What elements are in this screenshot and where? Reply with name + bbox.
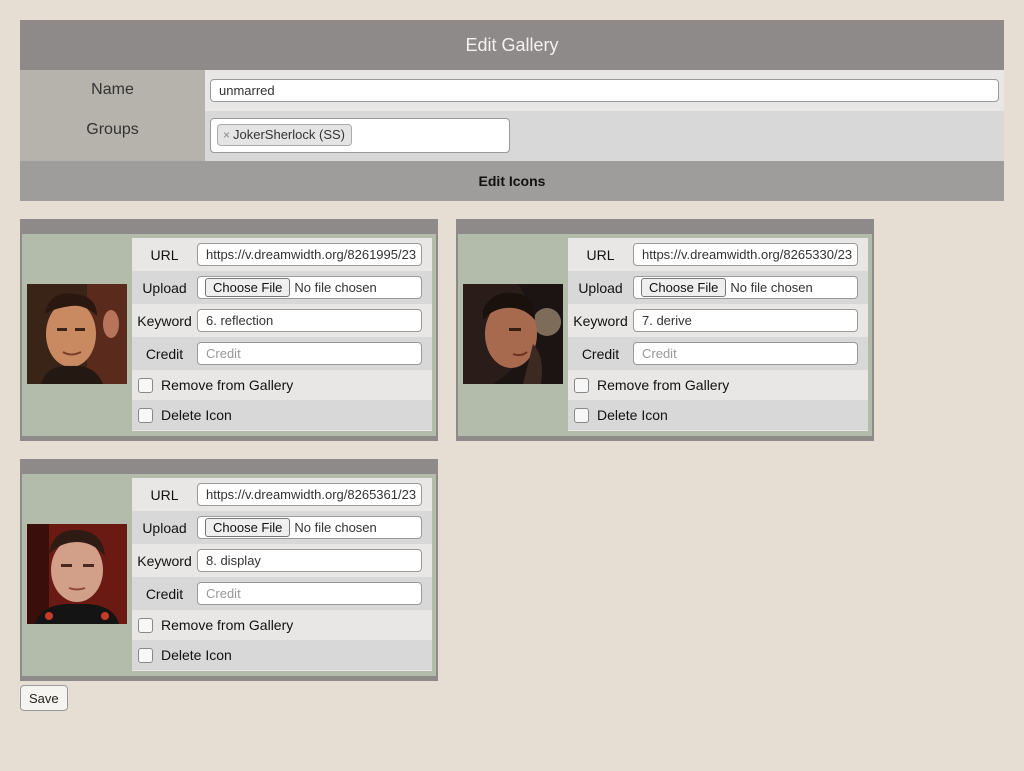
delete-icon-label: Delete Icon xyxy=(161,407,232,423)
delete-icon-label: Delete Icon xyxy=(161,647,232,663)
url-label: URL xyxy=(586,246,615,263)
credit-row: Credit Credit xyxy=(132,577,432,610)
keyword-row: Keyword 7. derive xyxy=(568,304,868,337)
remove-from-gallery-label: Remove from Gallery xyxy=(597,377,730,393)
groups-row: Groups × JokerSherlock (SS) xyxy=(20,111,1004,161)
delete-icon-checkbox[interactable] xyxy=(138,647,153,663)
file-status: No file chosen xyxy=(730,280,813,295)
remove-tag-icon[interactable]: × xyxy=(223,128,230,142)
icon-card: URL https://v.dreamwidth.org/8265330/23 … xyxy=(456,219,874,441)
group-tag: × JokerSherlock (SS) xyxy=(217,124,352,146)
delete-icon-row: Delete Icon xyxy=(132,400,432,430)
file-status: No file chosen xyxy=(294,520,377,535)
group-tag-label: JokerSherlock (SS) xyxy=(233,127,345,142)
icon-card: URL https://v.dreamwidth.org/8265361/23 … xyxy=(20,459,438,681)
icon-thumbnail xyxy=(27,284,127,384)
keyword-input[interactable]: 6. reflection xyxy=(197,309,422,332)
url-label: URL xyxy=(150,246,179,263)
remove-from-gallery-checkbox[interactable] xyxy=(574,377,589,393)
name-row: Name unmarred xyxy=(20,70,1004,111)
groups-label: Groups xyxy=(20,111,205,161)
file-input: Choose File No file chosen xyxy=(197,276,422,299)
file-input: Choose File No file chosen xyxy=(633,276,858,299)
upload-row: Upload Choose File No file chosen xyxy=(132,511,432,544)
save-button[interactable]: Save xyxy=(20,685,68,711)
credit-input[interactable]: Credit xyxy=(633,342,858,365)
keyword-row: Keyword 8. display xyxy=(132,544,432,577)
choose-file-button[interactable]: Choose File xyxy=(205,518,291,537)
icon-fields: URL https://v.dreamwidth.org/8261995/23 … xyxy=(132,238,432,431)
icon-card: URL https://v.dreamwidth.org/8261995/23 … xyxy=(20,219,438,441)
upload-row: Upload Choose File No file chosen xyxy=(132,271,432,304)
remove-from-gallery-checkbox[interactable] xyxy=(138,617,153,633)
file-input: Choose File No file chosen xyxy=(197,516,422,539)
upload-label: Upload xyxy=(142,519,187,536)
keyword-label: Keyword xyxy=(573,312,628,329)
credit-label: Credit xyxy=(145,345,184,362)
file-status: No file chosen xyxy=(294,280,377,295)
remove-from-gallery-row: Remove from Gallery xyxy=(568,370,868,400)
credit-label: Credit xyxy=(581,345,620,362)
url-input[interactable]: https://v.dreamwidth.org/8261995/23 xyxy=(197,243,422,266)
url-row: URL https://v.dreamwidth.org/8261995/23 xyxy=(132,238,432,271)
delete-icon-label: Delete Icon xyxy=(597,407,668,423)
delete-icon-row: Delete Icon xyxy=(132,640,432,670)
keyword-input[interactable]: 7. derive xyxy=(633,309,858,332)
choose-file-button[interactable]: Choose File xyxy=(641,278,727,297)
icon-thumbnail xyxy=(463,284,563,384)
keyword-label: Keyword xyxy=(137,312,192,329)
name-input[interactable]: unmarred xyxy=(210,79,999,102)
delete-icon-row: Delete Icon xyxy=(568,400,868,430)
keyword-label: Keyword xyxy=(137,552,192,569)
url-input[interactable]: https://v.dreamwidth.org/8265330/23 xyxy=(633,243,858,266)
remove-from-gallery-label: Remove from Gallery xyxy=(161,377,294,393)
groups-value-cell: × JokerSherlock (SS) xyxy=(205,111,1004,161)
upload-row: Upload Choose File No file chosen xyxy=(568,271,868,304)
name-value-cell: unmarred xyxy=(205,70,1004,111)
credit-input[interactable]: Credit xyxy=(197,342,422,365)
remove-from-gallery-row: Remove from Gallery xyxy=(132,610,432,640)
page-title: Edit Gallery xyxy=(20,20,1004,70)
groups-select[interactable]: × JokerSherlock (SS) xyxy=(210,118,510,153)
remove-from-gallery-checkbox[interactable] xyxy=(138,377,153,393)
icon-fields: URL https://v.dreamwidth.org/8265330/23 … xyxy=(568,238,868,431)
url-row: URL https://v.dreamwidth.org/8265330/23 xyxy=(568,238,868,271)
remove-from-gallery-row: Remove from Gallery xyxy=(132,370,432,400)
credit-row: Credit Credit xyxy=(568,337,868,370)
icon-thumbnail xyxy=(27,524,127,624)
upload-label: Upload xyxy=(578,279,623,296)
keyword-row: Keyword 6. reflection xyxy=(132,304,432,337)
credit-label: Credit xyxy=(145,585,184,602)
delete-icon-checkbox[interactable] xyxy=(138,407,153,423)
url-label: URL xyxy=(150,486,179,503)
credit-row: Credit Credit xyxy=(132,337,432,370)
name-label: Name xyxy=(20,70,205,111)
remove-from-gallery-label: Remove from Gallery xyxy=(161,617,294,633)
keyword-input[interactable]: 8. display xyxy=(197,549,422,572)
edit-icons-header: Edit Icons xyxy=(20,161,1004,201)
url-input[interactable]: https://v.dreamwidth.org/8265361/23 xyxy=(197,483,422,506)
credit-input[interactable]: Credit xyxy=(197,582,422,605)
delete-icon-checkbox[interactable] xyxy=(574,407,589,423)
url-row: URL https://v.dreamwidth.org/8265361/23 xyxy=(132,478,432,511)
icon-fields: URL https://v.dreamwidth.org/8265361/23 … xyxy=(132,478,432,671)
upload-label: Upload xyxy=(142,279,187,296)
edit-gallery-form: Edit Gallery Name unmarred Groups × Joker… xyxy=(20,20,1004,201)
choose-file-button[interactable]: Choose File xyxy=(205,278,291,297)
